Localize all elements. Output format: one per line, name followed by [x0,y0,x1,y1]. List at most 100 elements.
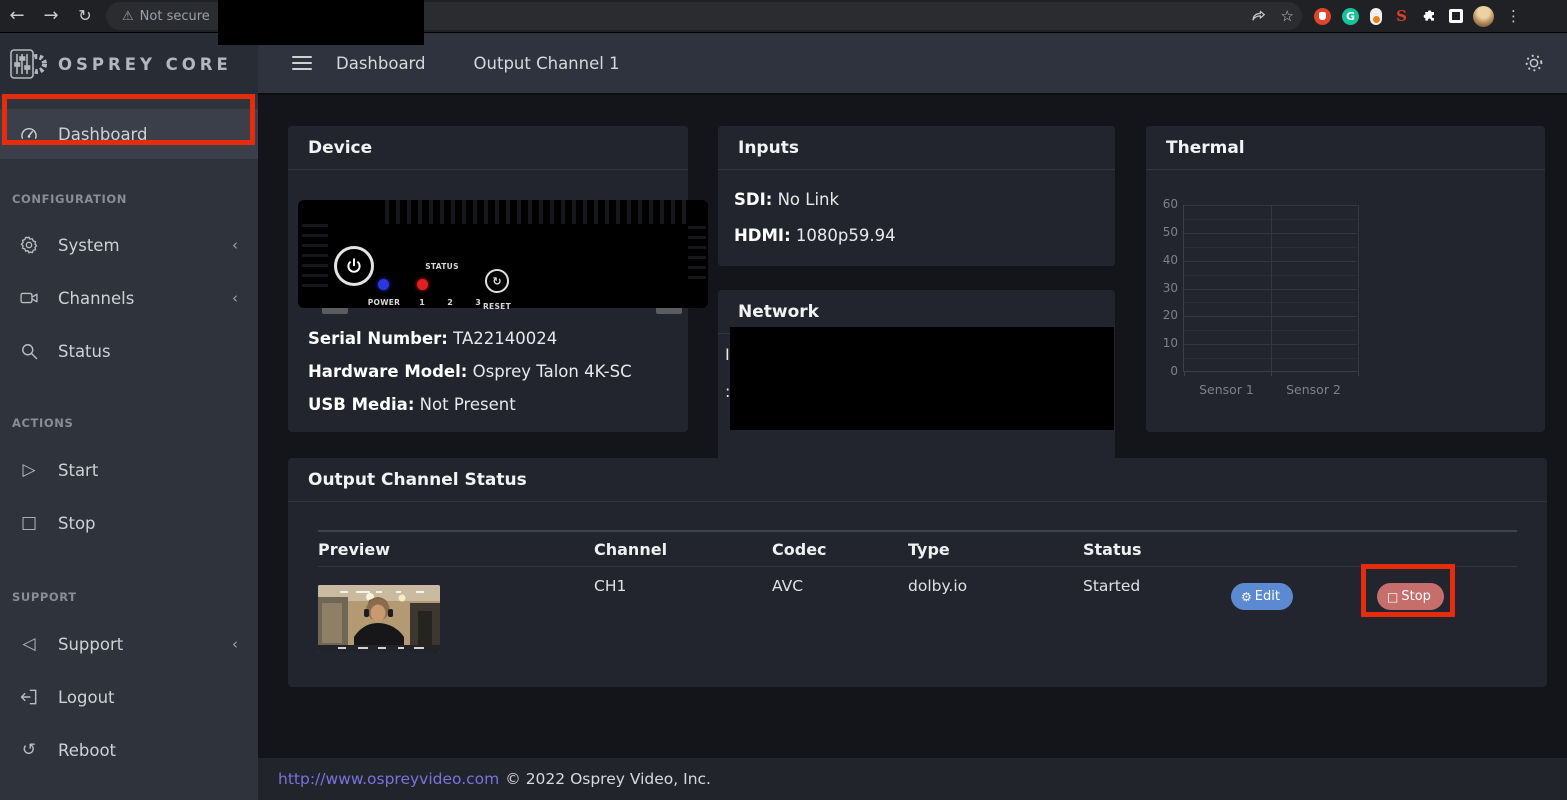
sidebar-item-dashboard[interactable]: Dashboard [0,109,258,159]
logo-title: OSPREY CORE [58,55,232,74]
sidebar-item-channels[interactable]: Channels ‹ [0,273,258,323]
stop-square-icon: □ [17,515,41,532]
osprey-logo-icon [8,44,48,84]
thermal-card-title: Thermal [1146,126,1545,170]
sdi-field: SDI: No Link [734,190,1099,226]
hdmi-field: HDMI: 1080p59.94 [734,226,1099,262]
usb-media-field: USB Media: Not Present [308,388,632,421]
sidebar-section-actions: ACTIONS [0,416,258,430]
status-led-1 [417,279,428,290]
browser-reload-button[interactable]: ↻ [68,0,102,32]
channel-preview-thumbnail [318,585,440,653]
chevron-left-icon: ‹ [232,236,238,254]
sidebar-item-reboot[interactable]: ↺ Reboot [0,725,258,775]
output-channel-table: Preview Channel Codec Type Status [318,530,1517,653]
theme-sun-icon[interactable] [1523,52,1545,74]
thermal-bar-chart: 0102030405060Sensor 1Sensor 2 [1146,170,1545,432]
column-header-status: Status [1083,540,1231,559]
device-card-title: Device [288,126,688,170]
header-tab-output-channel-1[interactable]: Output Channel 1 [450,54,644,73]
main-content: Device STATUS POWER 1 2 3 ↻ RESET [258,95,1567,758]
device-reset-button-icon: ↻ [485,269,509,293]
stop-button[interactable]: □Stop [1377,583,1444,610]
gauge-icon [17,124,41,144]
serial-number-field: Serial Number: TA22140024 [308,322,632,355]
cell-status: Started [1083,567,1231,653]
gear-icon [17,235,41,255]
device-foot-right [656,308,682,314]
share-icon[interactable] [1251,8,1267,24]
edit-button[interactable]: ⚙Edit [1231,583,1293,610]
chevron-left-icon: ‹ [232,635,238,653]
seo-extension-icon[interactable]: S [1393,8,1410,25]
browser-menu-icon[interactable]: ⋮ [1506,7,1521,25]
network-redaction-box [730,327,1114,430]
logout-icon [17,687,41,707]
table-row: CH1 AVC dolby.io Started ⚙Edit □Stop [318,567,1517,653]
redacted-text-fragment: I [725,345,730,364]
adblocker-extension-icon[interactable] [1314,8,1331,25]
sidebar-item-stop[interactable]: □ Stop [0,498,258,548]
play-icon: ▷ [17,462,41,479]
device-card: Device STATUS POWER 1 2 3 ↻ RESET [288,126,688,432]
sidebar-item-status[interactable]: Status [0,326,258,376]
sidebar-item-label: Stop [58,514,96,533]
sidebar-item-label: System [58,236,120,255]
extensions-row: G S [1314,8,1463,25]
cell-type: dolby.io [908,567,1083,653]
sidebar-item-label: Channels [58,289,134,308]
device-power-button-icon [334,246,374,286]
tab-extension-icon[interactable] [1449,9,1463,23]
osprey-website-link[interactable]: http://www.ospreyvideo.com [278,770,499,788]
magnifier-icon [17,341,41,361]
cell-codec: AVC [772,567,908,653]
panel-reset-label: RESET [476,302,518,311]
reboot-icon: ↺ [17,742,41,759]
sidebar-item-system[interactable]: System ‹ [0,220,258,270]
send-icon: ◁ [17,636,41,653]
copyright-text: © 2022 Osprey Video, Inc. [505,770,711,788]
gear-icon: ⚙ [1241,591,1252,603]
stop-square-icon: □ [1387,591,1398,603]
sidebar-section-support: SUPPORT [0,590,258,604]
thermal-card: Thermal 0102030405060Sensor 1Sensor 2 [1146,126,1545,432]
browser-profile-avatar[interactable] [1473,6,1494,27]
page-footer: http://www.ospreyvideo.com © 2022 Osprey… [258,758,1567,800]
device-foot-left [322,308,348,314]
sidebar-item-label: Dashboard [58,125,148,144]
hardware-model-field: Hardware Model: Osprey Talon 4K-SC [308,355,632,388]
bookmark-star-icon[interactable]: ☆ [1281,7,1294,25]
column-header-codec: Codec [772,540,908,559]
sidebar-section-configuration: CONFIGURATION [0,192,258,206]
grammarly-extension-icon[interactable]: G [1342,8,1359,25]
header-tab-dashboard[interactable]: Dashboard [312,54,450,73]
browser-forward-button[interactable]: → [34,0,68,32]
extensions-puzzle-icon[interactable] [1421,8,1438,25]
sidebar-item-support[interactable]: ◁ Support ‹ [0,619,258,669]
power-led [378,279,389,290]
sidebar-item-label: Reboot [58,741,116,760]
chevron-left-icon: ‹ [232,289,238,307]
sidebar-item-start[interactable]: ▷ Start [0,445,258,495]
browser-back-button[interactable]: ← [0,0,34,32]
panel-power-label: POWER [362,298,406,307]
output-card-title: Output Channel Status [288,458,1547,502]
column-header-type: Type [908,540,1083,559]
device-front-panel-image: STATUS POWER 1 2 3 ↻ RESET [298,200,708,308]
column-header-channel: Channel [594,540,772,559]
column-header-preview: Preview [318,540,594,559]
sidebar-item-logout[interactable]: Logout [0,672,258,722]
panel-status-label: STATUS [420,262,464,271]
sidebar-item-label: Start [58,461,98,480]
sidebar-item-label: Logout [58,688,115,707]
url-redaction-box [218,0,424,45]
table-header-row: Preview Channel Codec Type Status [318,530,1517,567]
sidebar: OSPREY CORE Dashboard CONFIGURATION Syst… [0,33,258,800]
inputs-card: Inputs SDI: No Link HDMI: 1080p59.94 [718,126,1115,266]
not-secure-warning-icon: ⚠ [122,9,134,24]
video-camera-icon [17,288,41,308]
hamburger-menu-icon[interactable] [292,52,312,74]
pill-extension-icon[interactable] [1370,8,1382,25]
inputs-card-title: Inputs [718,126,1115,170]
app-header: Dashboard Output Channel 1 [258,33,1567,95]
